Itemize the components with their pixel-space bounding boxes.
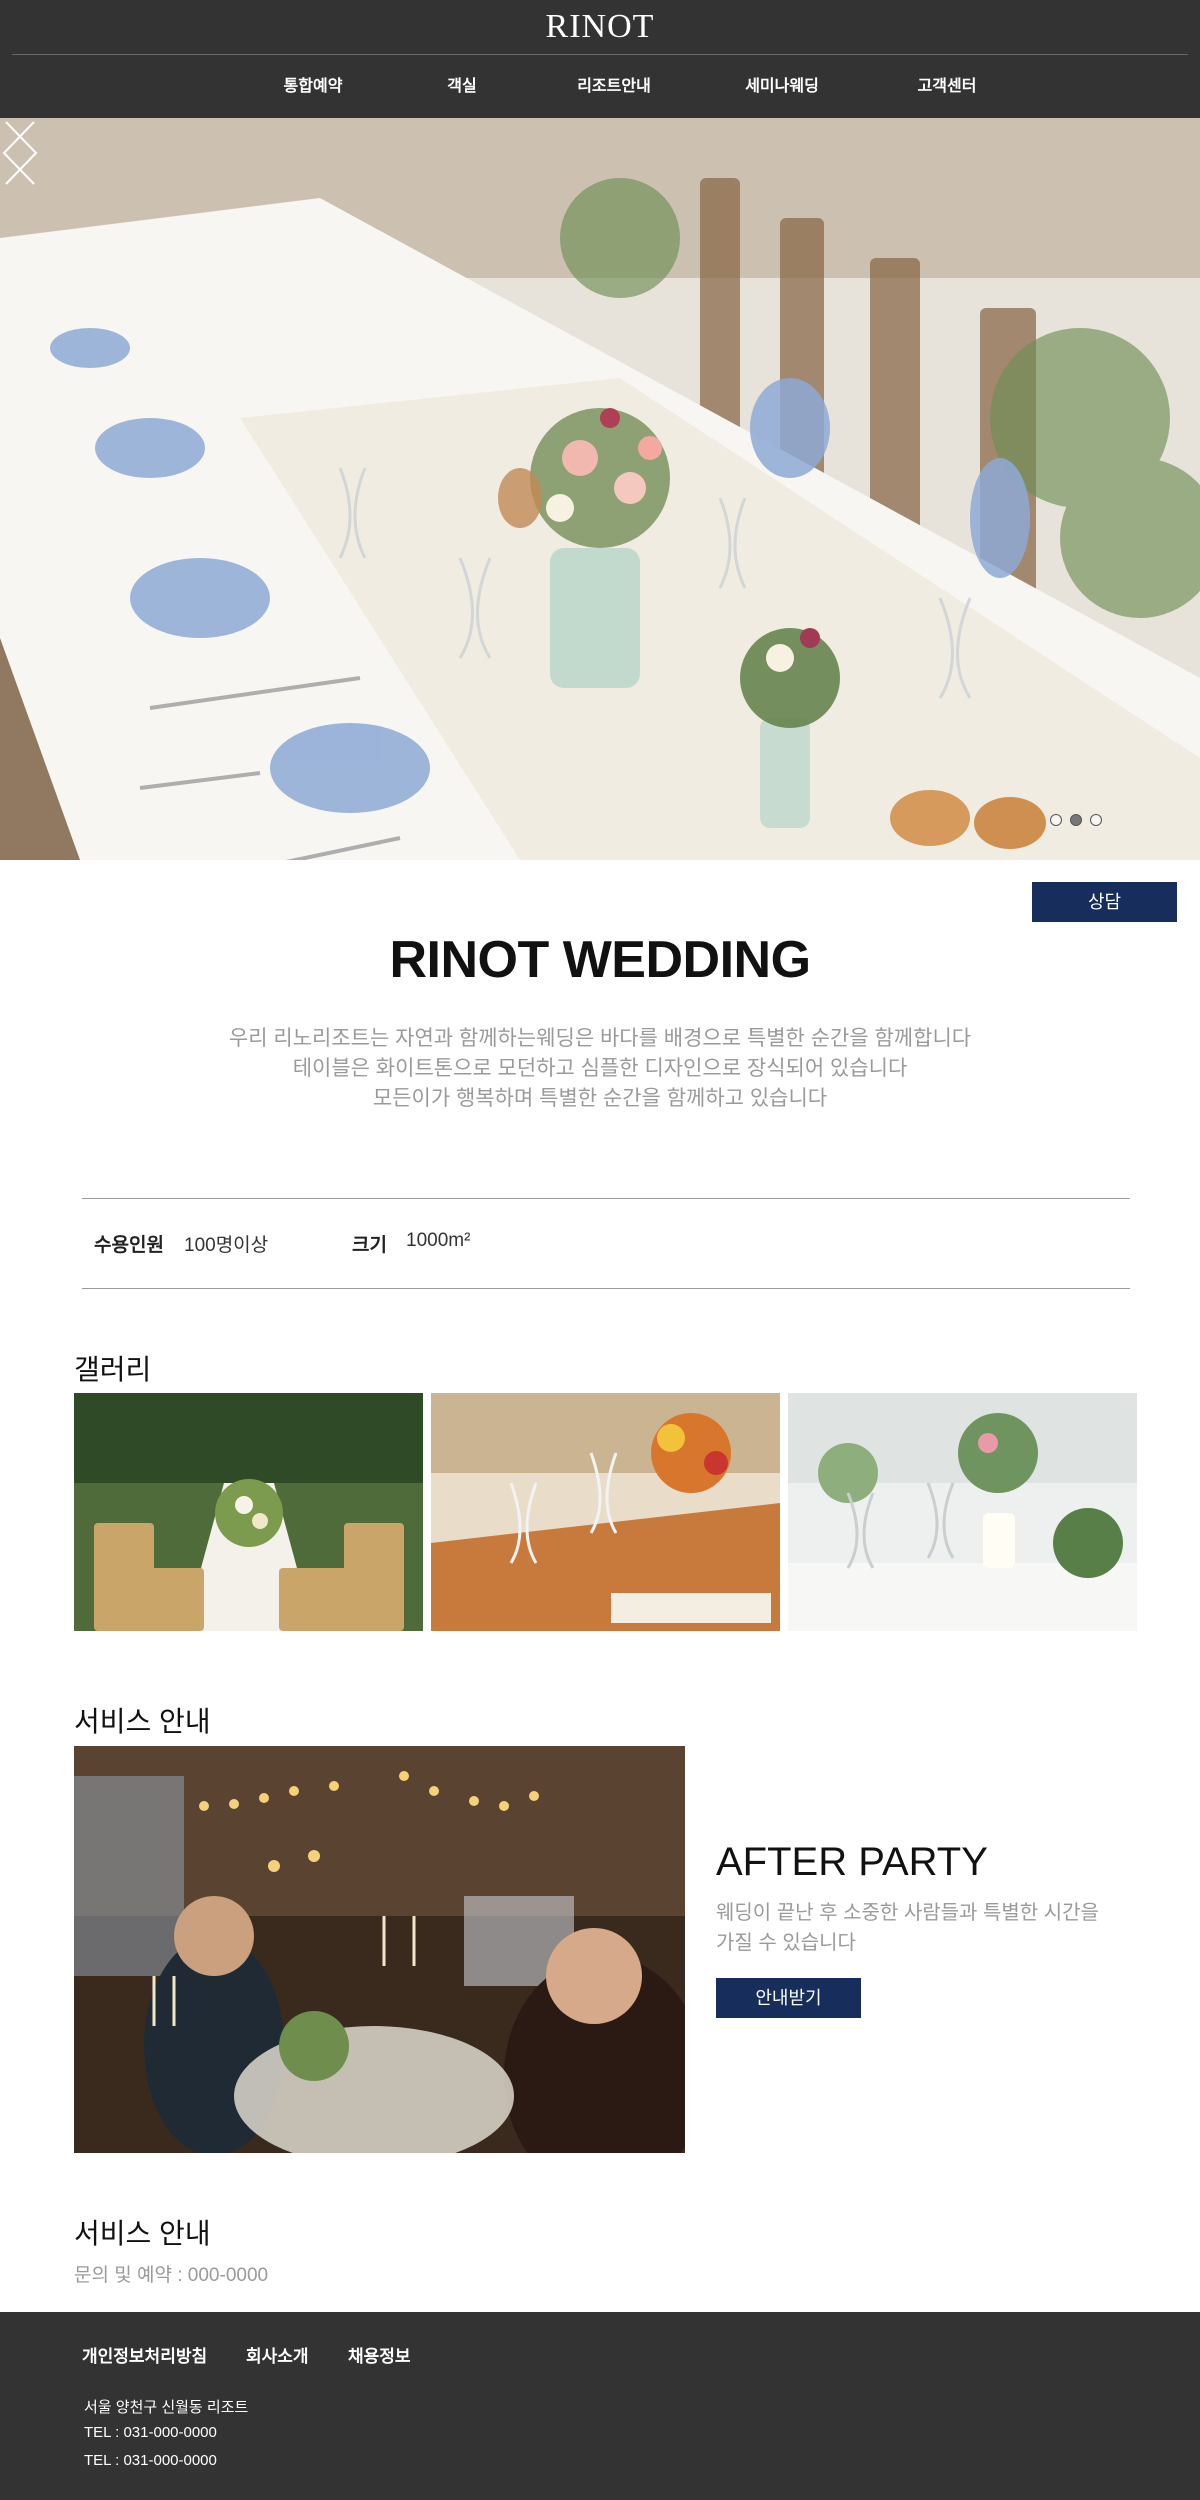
after-party-description: 웨딩이 끝난 후 소중한 사람들과 특별한 시간을 가질 수 있습니다 — [716, 1902, 1099, 1954]
nav-item-customer-center[interactable]: 고객센터 — [918, 72, 977, 96]
footer-link-privacy[interactable]: 개인정보처리방침 — [82, 2342, 207, 2367]
nav-item-rooms[interactable]: 객실 — [447, 72, 476, 96]
slider-pagination — [1050, 814, 1110, 828]
slider-dot-1[interactable] — [1050, 814, 1062, 826]
slider-dot-3[interactable] — [1090, 814, 1102, 826]
capacity-value: 100명이상 — [184, 1235, 269, 1256]
info-divider-bottom — [82, 1288, 1130, 1289]
after-party-image — [74, 1746, 685, 2153]
size-label: 크기 — [352, 1235, 387, 1256]
gallery-image-3[interactable] — [788, 1393, 1137, 1631]
footer-link-careers[interactable]: 채용정보 — [348, 2342, 411, 2367]
site-footer: 개인정보처리방침 회사소개 채용정보 서울 양천구 신월동 리조트 TEL : … — [0, 2312, 1200, 2500]
service-title: 서비스 안내 — [74, 1706, 211, 1737]
nav-item-resort-info[interactable]: 리조트안내 — [577, 72, 651, 96]
hero-wedding-table-image — [0, 118, 1200, 860]
consult-button[interactable]: 상담 — [1032, 882, 1177, 922]
footer-link-about[interactable]: 회사소개 — [246, 2342, 309, 2367]
capacity-label: 수용인원 — [94, 1235, 164, 1256]
slider-dot-2[interactable] — [1070, 814, 1082, 826]
intro-line-3: 모든이가 행복하며 특별한 순간을 함께하고 있습니다 — [372, 1087, 828, 1110]
site-logo[interactable]: RINOT — [0, 8, 1200, 46]
contact-title: 서비스 안내 — [74, 2218, 211, 2249]
header-divider — [12, 54, 1188, 55]
guide-button[interactable]: 안내받기 — [716, 1978, 861, 2018]
site-header: RINOT 통합예약 객실 리조트안내 세미나웨딩 고객센터 — [0, 0, 1200, 118]
footer-tel-1: TEL : 031-000-0000 — [84, 2424, 217, 2441]
slider-next-arrow-icon[interactable] — [0, 118, 40, 188]
page-title: RINOT WEDDING — [389, 931, 811, 989]
intro-text: 우리 리노리조트는 자연과 함께하는웨딩은 바다를 배경으로 특별한 순간을 함… — [0, 1024, 1200, 1114]
intro-line-2: 테이블은 화이트톤으로 모던하고 심플한 디자인으로 장식되어 있습니다 — [292, 1057, 908, 1080]
contact-text: 문의 및 예약 : 000-0000 — [74, 2265, 269, 2286]
info-divider-top — [82, 1198, 1130, 1199]
footer-tel-2: TEL : 031-000-0000 — [84, 2452, 217, 2469]
nav-item-reservation[interactable]: 통합예약 — [284, 72, 343, 96]
size-value: 1000m² — [406, 1230, 471, 1251]
gallery-title: 갤러리 — [74, 1354, 152, 1385]
gallery-image-1[interactable] — [74, 1393, 423, 1631]
footer-address: 서울 양천구 신월동 리조트 — [84, 2399, 249, 2416]
nav-item-seminar-wedding[interactable]: 세미나웨딩 — [745, 72, 819, 96]
after-party-title: AFTER PARTY — [716, 1840, 988, 1884]
main-nav: 통합예약 객실 리조트안내 세미나웨딩 고객센터 — [0, 72, 1200, 100]
gallery — [74, 1393, 1137, 1631]
hero-slider — [0, 118, 1200, 860]
intro-line-1: 우리 리노리조트는 자연과 함께하는웨딩은 바다를 배경으로 특별한 순간을 함… — [228, 1027, 972, 1050]
gallery-image-2[interactable] — [431, 1393, 780, 1631]
